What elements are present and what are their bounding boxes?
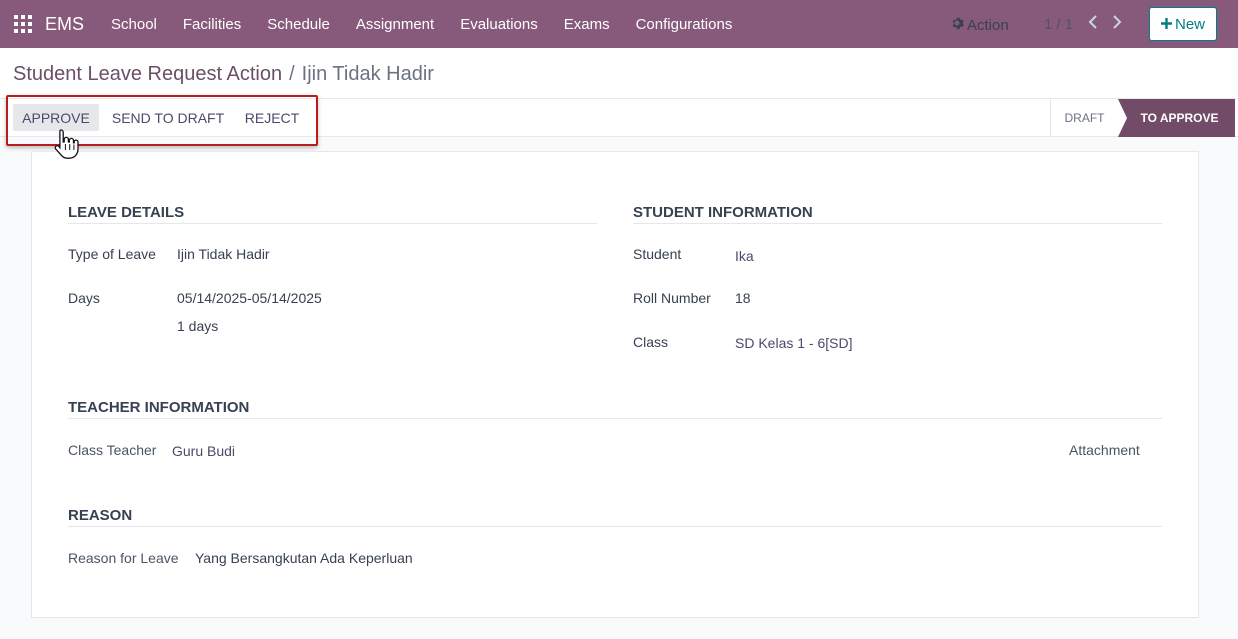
nav-item-configurations[interactable]: Configurations	[623, 0, 746, 48]
app-brand[interactable]: EMS	[45, 14, 84, 35]
class-value-link[interactable]: SD Kelas 1 - 6[SD]	[735, 335, 853, 351]
class-teacher-value-link[interactable]: Guru Budi	[172, 443, 235, 459]
pager-value[interactable]: 1 / 1	[1044, 16, 1073, 33]
breadcrumb-current: Ijin Tidak Hadir	[301, 63, 434, 85]
reject-button[interactable]: REJECT	[238, 104, 306, 131]
nav-item-schedule[interactable]: Schedule	[254, 0, 343, 48]
approve-button[interactable]: APPROVE	[13, 104, 99, 131]
hand-pointer-icon	[54, 128, 80, 160]
section-title-teacher-information: TEACHER INFORMATION	[68, 399, 1162, 419]
breadcrumb-parent[interactable]: Student Leave Request Action	[13, 63, 282, 86]
section-title-reason: REASON	[68, 507, 1162, 527]
reason-label: Reason for Leave	[68, 550, 179, 566]
class-label: Class	[633, 334, 669, 350]
class-teacher-label: Class Teacher	[68, 442, 157, 458]
new-label: New	[1174, 15, 1205, 33]
plus-icon	[1160, 16, 1172, 33]
stage-draft[interactable]: DRAFT	[1050, 99, 1118, 137]
apps-grid-icon[interactable]	[14, 15, 32, 33]
section-title-student-information: STUDENT INFORMATION	[633, 204, 1162, 224]
new-record-button[interactable]: New	[1149, 7, 1217, 41]
days-range-value[interactable]: 05/14/2025-05/14/2025	[177, 290, 322, 306]
nav-item-school[interactable]: School	[98, 0, 170, 48]
breadcrumb: Student Leave Request Action / Ijin Tida…	[13, 63, 434, 86]
chevron-right-icon[interactable]	[1112, 13, 1122, 34]
action-label: Action	[967, 16, 1009, 34]
breadcrumb-separator: /	[289, 63, 295, 85]
nav-item-facilities[interactable]: Facilities	[170, 0, 254, 48]
type-of-leave-label: Type of Leave	[68, 246, 156, 262]
nav-item-evaluations[interactable]: Evaluations	[447, 0, 551, 48]
student-label: Student	[633, 246, 682, 262]
student-value-link[interactable]: Ika	[735, 248, 754, 264]
days-count-value: 1 days	[177, 318, 219, 334]
stage-to-approve[interactable]: TO APPROVE	[1118, 99, 1235, 137]
chevron-left-icon[interactable]	[1088, 13, 1098, 34]
action-menu-button[interactable]: Action	[950, 16, 1009, 34]
send-to-draft-button[interactable]: SEND TO DRAFT	[104, 104, 232, 131]
nav-item-assignment[interactable]: Assignment	[343, 0, 447, 48]
control-panel: Student Leave Request Action / Ijin Tida…	[0, 48, 1238, 99]
attachment-label: Attachment	[1069, 442, 1140, 458]
days-label: Days	[68, 290, 100, 306]
nav-item-exams[interactable]: Exams	[551, 0, 623, 48]
gear-icon	[950, 16, 964, 34]
section-title-leave-details: LEAVE DETAILS	[68, 204, 597, 224]
reason-value[interactable]: Yang Bersangkutan Ada Keperluan	[195, 550, 413, 566]
roll-number-label: Roll Number	[633, 290, 711, 306]
roll-number-value[interactable]: 18	[735, 290, 751, 306]
type-of-leave-value[interactable]: Ijin Tidak Hadir	[177, 246, 270, 262]
